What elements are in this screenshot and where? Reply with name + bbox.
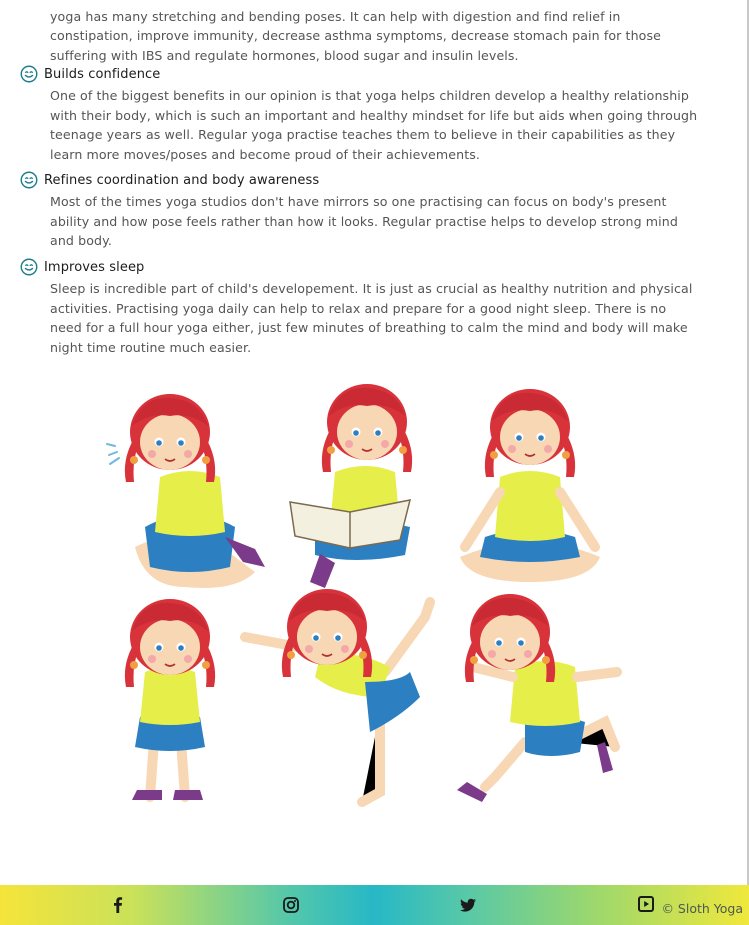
benefit-refines-coordination: Refines coordination and body awareness … [20, 170, 710, 251]
benefit-improves-sleep: Improves sleep Sleep is incredible part … [20, 257, 710, 357]
girl-running [457, 593, 622, 802]
benefit-header: Refines coordination and body awareness [20, 170, 710, 190]
youtube-icon[interactable] [636, 894, 656, 914]
benefit-builds-confidence: Builds confidence One of the biggest ben… [20, 64, 710, 164]
girl-standing [124, 598, 216, 802]
benefit-description: Most of the times yoga studios don't hav… [50, 194, 678, 248]
smiley-icon [20, 258, 38, 276]
smiley-icon [20, 65, 38, 83]
instagram-icon[interactable] [281, 895, 301, 915]
benefit-title: Refines coordination and body awareness [44, 172, 320, 188]
facebook-icon[interactable] [108, 895, 128, 915]
benefit-description: Sleep is incredible part of child's deve… [50, 281, 693, 355]
girl-sitting [106, 393, 265, 588]
twitter-icon[interactable] [458, 895, 478, 915]
girl-reading [289, 383, 413, 588]
copyright-text: © Sloth Yoga [661, 901, 743, 916]
benefit-header: Builds confidence [20, 64, 710, 84]
girl-dancer-pose [240, 588, 435, 807]
benefit-header: Improves sleep [20, 257, 710, 277]
yoga-girls-illustration [106, 383, 622, 807]
girl-meditating [460, 388, 600, 582]
smiley-icon [20, 171, 38, 189]
site-footer: © Sloth Yoga [0, 885, 749, 925]
benefit-title: Improves sleep [44, 259, 145, 275]
intro-paragraph: yoga has many stretching and bending pos… [50, 8, 661, 63]
benefit-description: One of the biggest benefits in our opini… [50, 88, 698, 162]
benefit-title: Builds confidence [44, 66, 161, 82]
